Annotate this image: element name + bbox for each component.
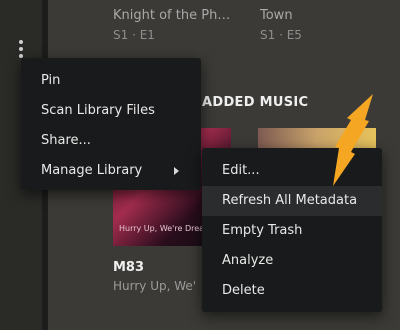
menu-item-refresh-all-metadata[interactable]: Refresh All Metadata [202, 186, 382, 216]
chevron-right-icon [174, 167, 179, 175]
section-heading: ADDED MUSIC [202, 95, 309, 110]
episode-title[interactable]: Knight of the Ph… [113, 8, 230, 23]
menu-item-manage-library[interactable]: Manage Library [21, 156, 201, 186]
album-title[interactable]: Hurry Up, We' [113, 279, 196, 293]
episode-title[interactable]: Town [260, 8, 293, 23]
menu-item-scan-library-files[interactable]: Scan Library Files [21, 96, 201, 126]
pointer-arrow-icon [333, 94, 373, 186]
menu-item-label: Manage Library [41, 163, 143, 178]
menu-item-empty-trash[interactable]: Empty Trash [202, 216, 382, 246]
episode-subtitle: S1 · E1 [113, 28, 155, 42]
menu-item-analyze[interactable]: Analyze [202, 246, 382, 276]
album-artist[interactable]: M83 [113, 260, 144, 275]
menu-item-pin[interactable]: Pin [21, 66, 201, 96]
episode-subtitle: S1 · E5 [260, 28, 302, 42]
menu-item-delete[interactable]: Delete [202, 276, 382, 306]
album-cover-text: Hurry Up, We're Dream [119, 224, 212, 233]
context-menu: Pin Scan Library Files Share... Manage L… [21, 58, 201, 190]
menu-item-share[interactable]: Share... [21, 126, 201, 156]
more-options-icon[interactable] [16, 40, 26, 58]
